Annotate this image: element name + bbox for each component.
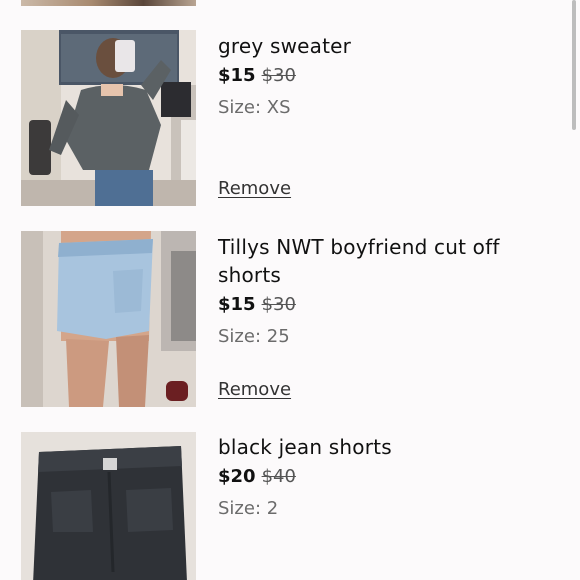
previous-item-thumbnail[interactable] xyxy=(21,0,196,6)
black-shorts-photo xyxy=(21,432,196,580)
price-row: $15 $30 xyxy=(218,64,518,88)
item-price: $20 xyxy=(218,466,256,487)
item-price: $15 xyxy=(218,65,256,86)
item-title[interactable]: black jean shorts xyxy=(218,433,518,461)
cart-item: Tillys NWT boyfriend cut off shorts $15 $… xyxy=(21,231,561,411)
scrollbar[interactable] xyxy=(572,0,576,130)
item-thumbnail[interactable] xyxy=(21,231,196,407)
item-info: Tillys NWT boyfriend cut off shorts $15 $… xyxy=(218,231,518,349)
cart-item: black jean shorts $20 $40 Size: 2 xyxy=(21,432,561,580)
item-thumbnail[interactable] xyxy=(21,432,196,580)
price-row: $15 $30 xyxy=(218,293,518,317)
price-row: $20 $40 xyxy=(218,465,518,489)
remove-button[interactable]: Remove xyxy=(218,177,291,201)
item-info: black jean shorts $20 $40 Size: 2 xyxy=(218,432,518,521)
grey-sweater-photo xyxy=(21,30,196,206)
item-title[interactable]: Tillys NWT boyfriend cut off shorts xyxy=(218,233,518,289)
item-price: $15 xyxy=(218,294,256,315)
item-original-price: $30 xyxy=(261,65,296,86)
item-size: Size: 25 xyxy=(218,326,290,347)
item-original-price: $30 xyxy=(261,294,296,315)
remove-button[interactable]: Remove xyxy=(218,378,291,402)
item-size: Size: XS xyxy=(218,97,291,118)
item-info: grey sweater $15 $30 Size: XS xyxy=(218,30,518,120)
item-title[interactable]: grey sweater xyxy=(218,32,518,60)
item-size: Size: 2 xyxy=(218,498,279,519)
cart-item: grey sweater $15 $30 Size: XS Remove xyxy=(21,30,561,210)
item-original-price: $40 xyxy=(261,466,296,487)
denim-shorts-photo xyxy=(21,231,196,407)
cart-screen: grey sweater $15 $30 Size: XS Remove Til… xyxy=(0,0,580,580)
item-thumbnail[interactable] xyxy=(21,30,196,206)
